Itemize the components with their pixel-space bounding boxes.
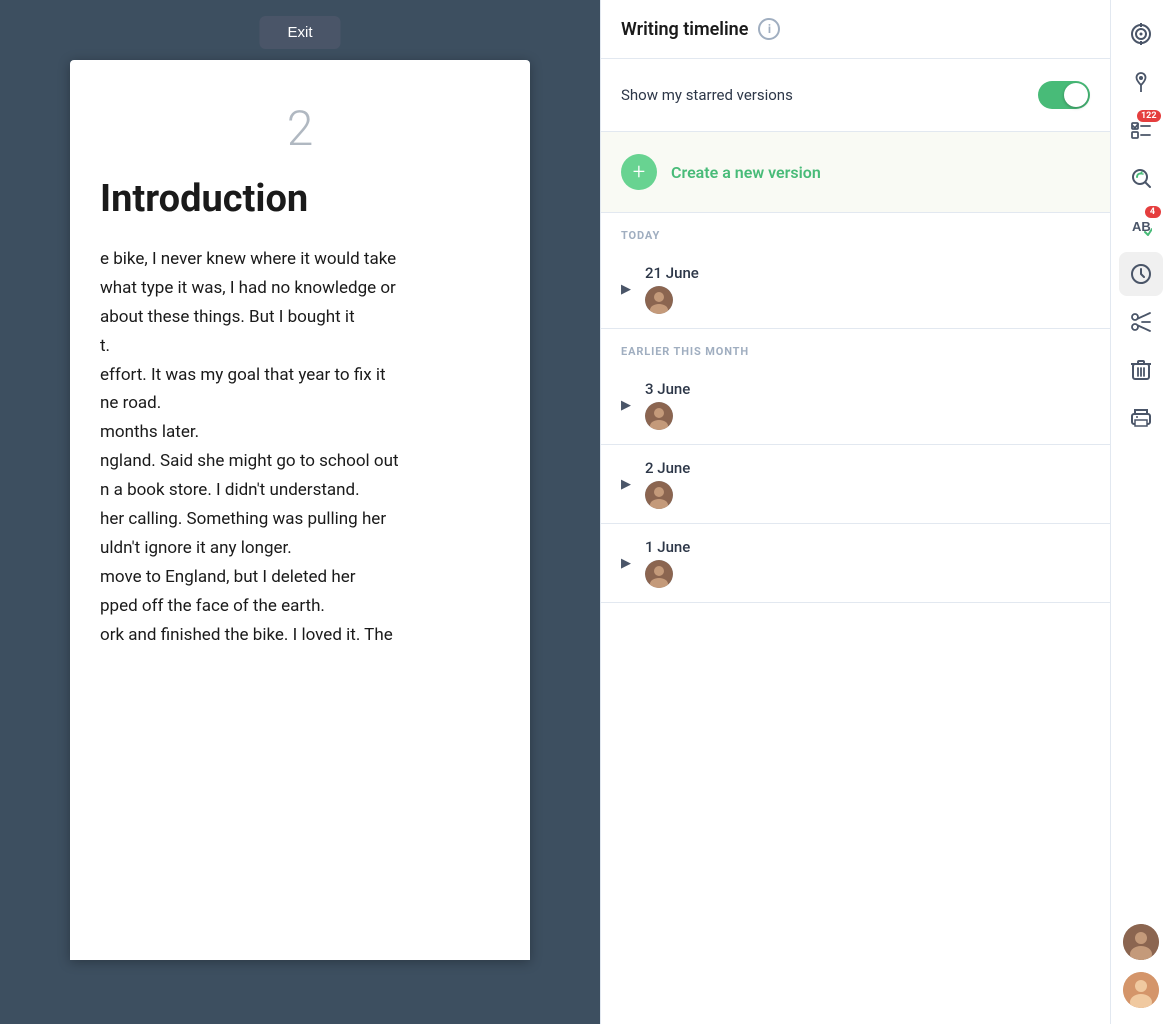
timeline-header: Writing timeline i [601, 0, 1110, 59]
version-info: 2 June [645, 459, 690, 509]
sections-container: TODAY ▶ 21 June EARLIER THIS MONTH ▶ 3 June … [601, 213, 1110, 603]
version-avatar [645, 286, 673, 314]
version-info: 21 June [645, 264, 699, 314]
document-text: e bike, I never knew where it would take… [100, 245, 500, 649]
version-date: 21 June [645, 264, 699, 282]
checklist-icon[interactable]: 122 [1119, 108, 1163, 152]
version-entry[interactable]: ▶ 1 June [601, 524, 1110, 603]
version-date: 2 June [645, 459, 690, 477]
exit-button[interactable]: Exit [259, 16, 340, 49]
section-label: EARLIER THIS MONTH [601, 329, 1110, 366]
timeline-panel: Writing timeline i Show my starred versi… [600, 0, 1110, 1024]
version-date: 1 June [645, 538, 690, 556]
target-icon[interactable] [1119, 12, 1163, 56]
trash-icon[interactable] [1119, 348, 1163, 392]
document-title: Introduction [100, 177, 500, 221]
starred-versions-row: Show my starred versions [601, 59, 1110, 132]
starred-toggle[interactable] [1038, 81, 1090, 109]
document-page: 2 Introduction e bike, I never knew wher… [70, 60, 530, 960]
play-icon: ▶ [621, 282, 631, 297]
create-version-label: Create a new version [671, 163, 821, 182]
page-number: 2 [100, 100, 500, 157]
version-date: 3 June [645, 380, 690, 398]
checklist-badge: 122 [1137, 110, 1161, 122]
icon-toolbar: 122 AB 4 [1110, 0, 1170, 1024]
version-avatar [645, 481, 673, 509]
play-icon: ▶ [621, 556, 631, 571]
version-avatar [645, 560, 673, 588]
info-label: i [768, 22, 771, 36]
spellcheck-badge: 4 [1145, 206, 1161, 218]
document-area: Exit 2 Introduction e bike, I never knew… [0, 0, 600, 1024]
timeline-section: TODAY ▶ 21 June [601, 213, 1110, 329]
play-icon: ▶ [621, 398, 631, 413]
version-entry[interactable]: ▶ 3 June [601, 366, 1110, 445]
timeline-title: Writing timeline [621, 19, 748, 40]
search-refresh-icon[interactable] [1119, 156, 1163, 200]
scissors-icon[interactable] [1119, 300, 1163, 344]
plus-button[interactable]: + [621, 154, 657, 190]
create-version-row[interactable]: + Create a new version [601, 132, 1110, 213]
user-avatar-1[interactable] [1123, 924, 1159, 960]
version-entry[interactable]: ▶ 2 June [601, 445, 1110, 524]
play-icon: ▶ [621, 477, 631, 492]
pin-icon[interactable] [1119, 60, 1163, 104]
info-icon[interactable]: i [758, 18, 780, 40]
toggle-knob [1064, 83, 1088, 107]
history-icon[interactable] [1119, 252, 1163, 296]
version-avatar [645, 402, 673, 430]
version-info: 3 June [645, 380, 690, 430]
svg-text:AB: AB [1132, 219, 1151, 234]
version-entry[interactable]: ▶ 21 June [601, 250, 1110, 329]
starred-label: Show my starred versions [621, 86, 793, 104]
timeline-section: EARLIER THIS MONTH ▶ 3 June ▶ 2 June ▶ 1 Jun… [601, 329, 1110, 603]
section-label: TODAY [601, 213, 1110, 250]
right-panel: Writing timeline i Show my starred versi… [600, 0, 1170, 1024]
spellcheck-icon[interactable]: AB 4 [1119, 204, 1163, 248]
version-info: 1 June [645, 538, 690, 588]
user-avatar-2[interactable] [1123, 972, 1159, 1008]
print-icon[interactable] [1119, 396, 1163, 440]
